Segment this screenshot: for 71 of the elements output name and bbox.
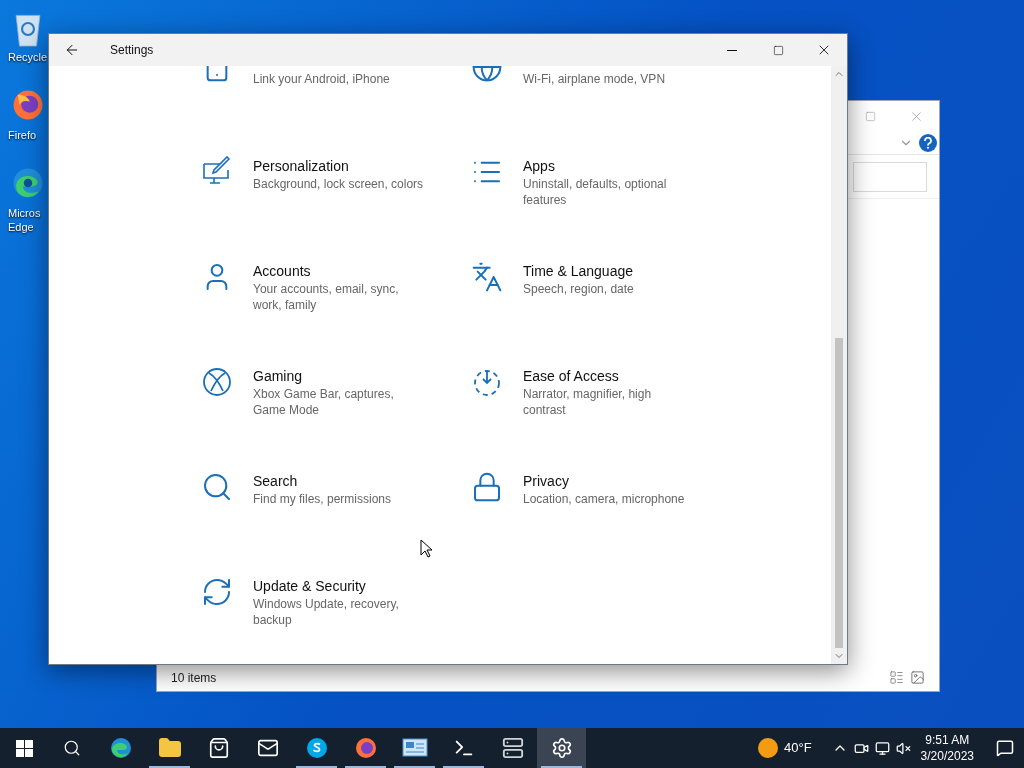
desktop-icon-label: Recycle xyxy=(8,50,48,64)
category-description: Your accounts, email, sync, work, family xyxy=(253,281,400,313)
notifications-icon[interactable] xyxy=(996,739,1014,757)
category-description: Find my files, permissions xyxy=(253,491,393,507)
help-icon[interactable] xyxy=(919,133,937,152)
settings-category[interactable]: Personalization Background, lock screen, colors xyxy=(201,156,471,261)
edge-icon xyxy=(108,736,133,760)
category-description: Link your Android, iPhone xyxy=(253,71,391,87)
window-title: Settings xyxy=(110,42,154,59)
temperature[interactable]: 40°F xyxy=(784,738,812,758)
windows-logo-icon xyxy=(15,739,33,757)
skype-icon xyxy=(304,736,329,760)
taskbar-app[interactable] xyxy=(537,728,586,768)
settings-category[interactable]: Search Find my files, permissions xyxy=(201,471,471,576)
weather-icon[interactable] xyxy=(758,738,778,758)
category-description: Uninstall, defaults, optional features xyxy=(523,176,668,208)
category-title: Search xyxy=(253,472,299,491)
scrollbar[interactable] xyxy=(831,66,847,664)
category-title: Personalization xyxy=(253,157,350,176)
item-count: 10 items xyxy=(171,669,217,687)
category-title: Update & Security xyxy=(253,577,367,596)
category-description: Location, camera, microphone xyxy=(523,491,686,507)
settings-category[interactable]: Accounts Your accounts, email, sync, work, family xyxy=(201,261,471,366)
volume-muted-icon[interactable] xyxy=(895,740,911,756)
settings-category[interactable]: Ease of Access Narrator, magnifier, high contrast xyxy=(471,366,741,471)
xbox-icon xyxy=(201,366,233,398)
category-title: Time & Language xyxy=(523,262,634,281)
settings-category[interactable]: Update & Security Windows Update, recovery, backup xyxy=(201,576,471,664)
sync-icon xyxy=(201,576,233,608)
category-description: Narrator, magnifier, high contrast xyxy=(523,386,653,418)
settings-category[interactable]: Privacy Location, camera, microphone xyxy=(471,471,741,576)
language-icon xyxy=(471,261,503,293)
settings-category[interactable]: Wi-Fi, airplane mode, VPN xyxy=(471,66,741,156)
settings-category[interactable]: Gaming Xbox Game Bar, captures, Game Mode xyxy=(201,366,471,471)
bag-icon xyxy=(207,737,230,759)
maximize-icon xyxy=(864,110,876,122)
category-description: Xbox Game Bar, captures, Game Mode xyxy=(253,386,395,418)
category-title: Ease of Access xyxy=(523,367,620,386)
category-title: Accounts xyxy=(253,262,312,281)
maximize-icon xyxy=(772,44,784,56)
category-title: Apps xyxy=(523,157,556,176)
category-description: Windows Update, recovery, backup xyxy=(253,596,400,628)
folder-icon xyxy=(157,736,182,760)
category-title: Privacy xyxy=(523,472,570,491)
server-icon xyxy=(501,737,524,759)
firefox-icon xyxy=(353,736,378,760)
mail-icon xyxy=(256,737,279,759)
category-description: Speech, region, date xyxy=(523,281,635,297)
lock-icon xyxy=(471,471,503,503)
network-icon[interactable] xyxy=(874,740,890,756)
clock[interactable]: 9:51 AM 3/20/2023 xyxy=(920,732,974,764)
edge-icon[interactable] xyxy=(11,166,45,200)
cursor-icon xyxy=(420,539,432,558)
settings-category[interactable]: Link your Android, iPhone xyxy=(201,66,471,156)
firefox-icon[interactable] xyxy=(11,88,45,122)
desktop-icon-label: Micros Edge xyxy=(8,206,41,234)
large-icons-view-icon[interactable] xyxy=(910,670,925,685)
search-icon xyxy=(201,471,233,503)
settings-category[interactable]: Apps Uninstall, defaults, optional features xyxy=(471,156,741,261)
search-field[interactable] xyxy=(853,161,927,192)
settings-category[interactable]: Time & Language Speech, region, date xyxy=(471,261,741,366)
details-view-icon[interactable] xyxy=(889,670,904,685)
desktop-icon-label: Firefo xyxy=(8,128,37,142)
settings-icon xyxy=(550,737,573,759)
scrollbar-thumb[interactable] xyxy=(835,338,843,648)
category-title: Gaming xyxy=(253,367,304,386)
minimize-icon xyxy=(727,49,737,51)
category-description: Wi-Fi, airplane mode, VPN xyxy=(523,71,667,87)
search-icon xyxy=(63,739,81,757)
category-description: Background, lock screen, colors xyxy=(253,176,425,192)
control-panel-icon xyxy=(401,737,428,759)
